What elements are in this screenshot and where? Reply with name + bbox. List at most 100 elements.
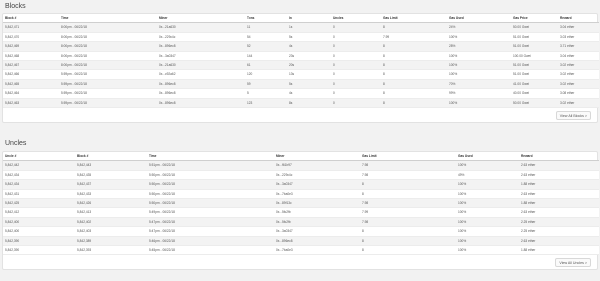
table-cell: 0x...3a0347 xyxy=(274,179,360,190)
table-cell: 2.25 ether xyxy=(519,226,599,237)
table-cell: 0x...7ba0e3 xyxy=(274,189,360,200)
table-cell: 5:47pm - 06/22/18 xyxy=(147,217,274,228)
view-all-blocks-button[interactable]: View All Blocks > xyxy=(555,111,591,121)
table-cell: 0x...c92a62 xyxy=(157,69,245,80)
table-row: 5,842,434 5,842,435 5:50pm - 06/22/18 0x...… xyxy=(3,170,599,181)
table-cell: 0x...896ec8 xyxy=(157,98,245,109)
table-row: 5,842,431 5,842,433 5:50pm - 06/22/18 0x...… xyxy=(3,189,599,200)
blocks-column-header: Block # xyxy=(3,14,59,24)
table-cell: 51.00 Gwei xyxy=(511,32,558,43)
table-cell: 5 xyxy=(245,88,287,99)
table-cell: 23s xyxy=(287,51,331,62)
table-cell: 8 xyxy=(381,79,447,90)
table-cell: 5,842,466 xyxy=(3,69,59,80)
table-cell: 1.88 ether xyxy=(519,179,599,190)
table-cell: 5s xyxy=(287,79,331,90)
table-cell: 51.00 Gwei xyxy=(511,41,558,52)
table-cell: 100% xyxy=(447,69,511,80)
table-cell: 2.63 ether xyxy=(519,170,599,181)
table-cell: 7.98 xyxy=(360,170,456,181)
table-cell: 3.04 ether xyxy=(558,51,599,62)
table-cell: 2.63 ether xyxy=(519,236,599,247)
table-cell: 5,842,389 xyxy=(75,236,147,247)
table-cell: 5,842,463 xyxy=(3,98,59,109)
table-cell: 50.00 Gwei xyxy=(511,22,558,33)
table-cell: 5,842,469 xyxy=(3,41,59,52)
table-cell: 49% xyxy=(456,170,519,181)
table-cell: 8 xyxy=(360,245,456,256)
blocks-table: Block # Time Miner Txns In Uncles Gas Limit Gas… xyxy=(3,14,599,109)
table-cell: 5,842,402 xyxy=(75,217,147,228)
uncles-column-header: Gas Used xyxy=(456,152,519,162)
table-cell: 120 xyxy=(245,69,287,80)
table-cell: 3.08 ether xyxy=(558,88,599,99)
table-cell: 5,842,442 xyxy=(3,160,75,171)
table-cell: 7.99 xyxy=(381,32,447,43)
table-cell: 5,842,437 xyxy=(75,179,147,190)
table-row: 5,842,434 5,842,437 5:50pm - 06/22/18 0x...… xyxy=(3,179,599,190)
table-cell: 5,842,413 xyxy=(75,207,147,218)
table-cell: 3.02 ether xyxy=(558,79,599,90)
table-cell: 0 xyxy=(331,60,381,71)
table-cell: 61 xyxy=(245,60,287,71)
table-cell: 123 xyxy=(245,98,287,109)
table-cell: 11 xyxy=(245,22,287,33)
table-cell: 8 xyxy=(360,179,456,190)
table-cell: 0x...5fc2fb xyxy=(274,207,360,218)
table-cell: 5s xyxy=(287,32,331,43)
table-cell: 0x...21a630 xyxy=(157,60,245,71)
table-cell: 5,842,400 xyxy=(3,217,75,228)
uncles-section-title: Uncles xyxy=(5,140,27,147)
table-cell: 1.88 ether xyxy=(519,198,599,209)
table-cell: 100% xyxy=(456,179,519,190)
table-cell: 5:50pm - 06/22/18 xyxy=(147,170,274,181)
table-cell: 5,842,434 xyxy=(3,170,75,181)
table-cell: 0 xyxy=(331,79,381,90)
table-cell: 100.00 Gwei xyxy=(511,51,558,62)
table-cell: 0 xyxy=(331,69,381,80)
table-row: 5,842,400 5,842,402 5:47pm - 06/22/18 0x...… xyxy=(3,217,599,228)
uncles-table: Uncle # Block # Time Miner Gas Limit Gas Used… xyxy=(3,152,599,256)
table-cell: 4s xyxy=(287,88,331,99)
table-cell: 0x...896ec8 xyxy=(157,88,245,99)
blocks-column-header: Gas Price xyxy=(511,14,558,24)
uncles-column-header: Reward xyxy=(519,152,599,162)
table-row: 5,842,390 5,842,389 5:46pm - 06/22/18 0x...… xyxy=(3,236,599,247)
table-cell: 5,842,433 xyxy=(75,189,147,200)
table-cell: 5:59pm - 06/22/18 xyxy=(59,98,157,109)
table-cell: 0x...896ec8 xyxy=(157,41,245,52)
table-cell: 52 xyxy=(245,41,287,52)
table-cell: 7.98 xyxy=(360,160,456,171)
table-cell: 8 xyxy=(381,69,447,80)
table-cell: 3.02 ether xyxy=(558,98,599,109)
table-row: 5,842,390 5,842,393 5:45pm - 06/22/18 0x...… xyxy=(3,245,599,256)
table-cell: 8 xyxy=(381,98,447,109)
table-cell: 100% xyxy=(456,207,519,218)
table-cell: 2.63 ether xyxy=(519,160,599,171)
table-cell: 5,842,470 xyxy=(3,32,59,43)
table-cell: 2.63 ether xyxy=(519,207,599,218)
table-cell: 0 xyxy=(331,98,381,109)
table-cell: 70% xyxy=(447,79,511,90)
table-cell: 0x...3a0347 xyxy=(274,226,360,237)
table-cell: 5,842,443 xyxy=(75,160,147,171)
table-cell: 100% xyxy=(447,32,511,43)
uncles-column-header: Gas Limit xyxy=(360,152,456,162)
blocks-column-header: Reward xyxy=(558,14,599,24)
table-cell: 100% xyxy=(456,198,519,209)
table-cell: 0 xyxy=(331,88,381,99)
table-row: 5,842,469 8:00pm - 06/22/18 0x...896ec8 52 4… xyxy=(3,41,599,52)
table-cell: 51.00 Gwei xyxy=(511,60,558,71)
table-cell: 8:00pm - 06/22/18 xyxy=(59,32,157,43)
blocks-column-header: Gas Limit xyxy=(381,14,447,24)
table-row: 5,842,465 5:59pm - 06/22/18 0x...896ec8 59 5… xyxy=(3,79,599,90)
table-cell: 5,842,426 xyxy=(75,198,147,209)
table-cell: 100% xyxy=(447,60,511,71)
uncles-column-header: Miner xyxy=(274,152,360,162)
table-cell: 100% xyxy=(456,189,519,200)
table-row: 5,842,467 8:00pm - 06/22/18 0x...21a630 61 2… xyxy=(3,60,599,71)
table-cell: 8 xyxy=(381,88,447,99)
table-cell: 100% xyxy=(456,217,519,228)
table-cell: 5:50pm - 06/22/18 xyxy=(147,189,274,200)
view-all-uncles-button[interactable]: View All Uncles > xyxy=(555,258,591,268)
